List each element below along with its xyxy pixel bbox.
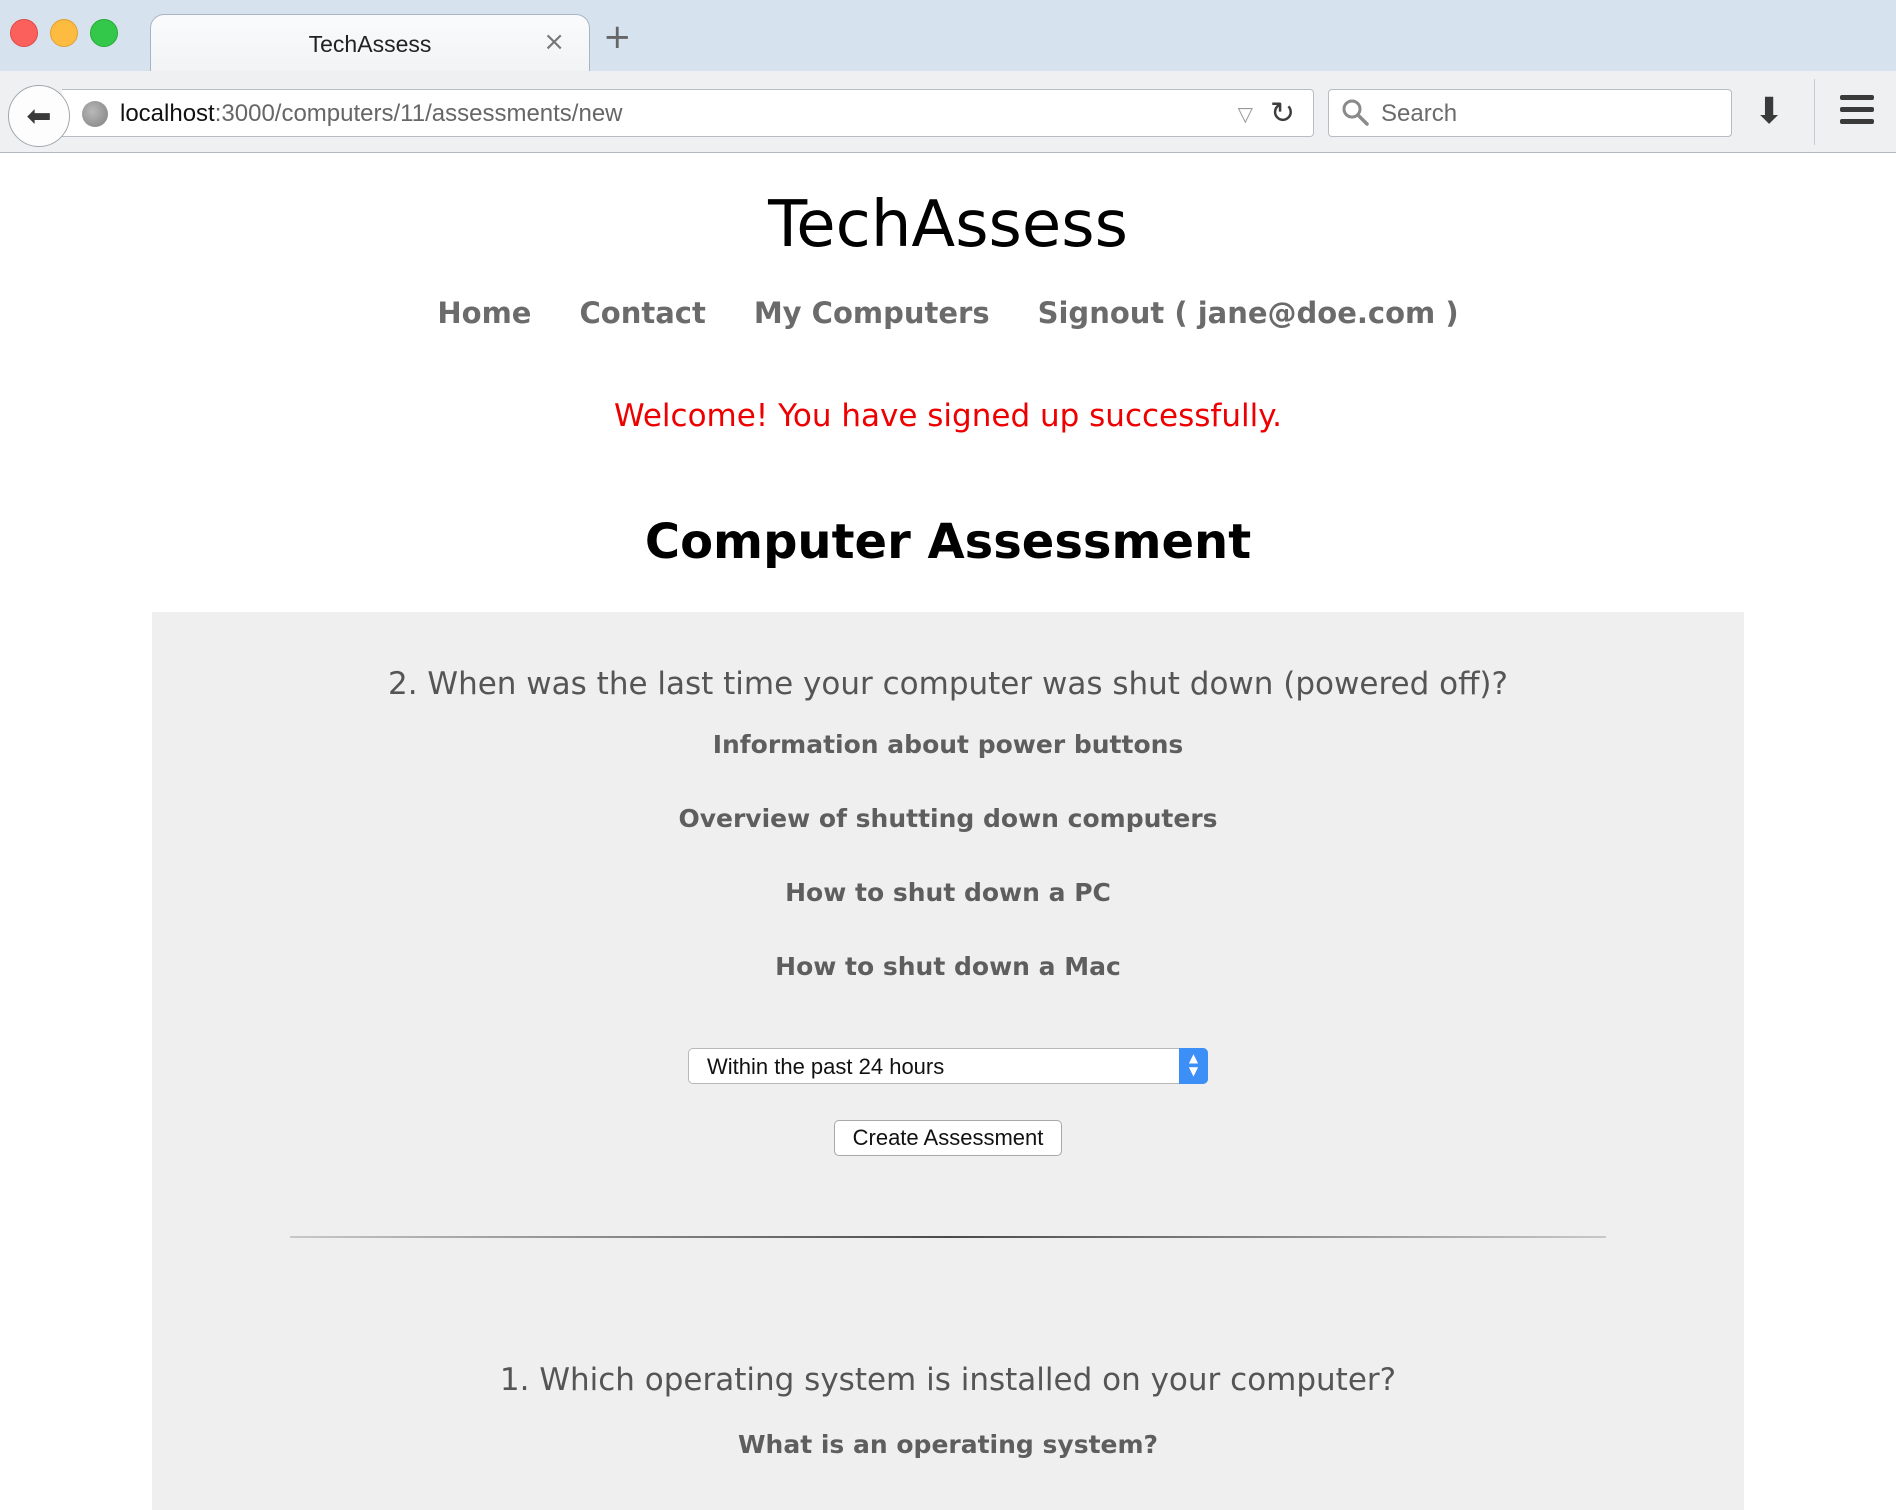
select-arrows-icon: ▲ ▼ bbox=[1179, 1048, 1208, 1084]
link-shut-down-pc[interactable]: How to shut down a PC bbox=[785, 878, 1111, 907]
section-divider bbox=[290, 1236, 1606, 1238]
select-value: Within the past 24 hours bbox=[707, 1054, 945, 1079]
browser-tab-bar: TechAssess × + bbox=[0, 0, 1896, 72]
page-content: TechAssess Home Contact My Computers Sig… bbox=[0, 154, 1896, 1510]
page-heading: Computer Assessment bbox=[644, 514, 1252, 570]
assessment-panel: 2. When was the last time your computer … bbox=[152, 612, 1744, 1510]
browser-toolbar: localhost:3000/computers/11/assessments/… bbox=[0, 71, 1896, 153]
reload-icon[interactable]: ↻ bbox=[1270, 96, 1295, 131]
nav-home-link[interactable]: Home bbox=[437, 296, 531, 330]
nav-contact-link[interactable]: Contact bbox=[579, 296, 705, 330]
create-assessment-button[interactable]: Create Assessment bbox=[834, 1120, 1062, 1156]
download-icon[interactable]: ⬇ bbox=[1754, 91, 1784, 132]
address-bar[interactable]: localhost:3000/computers/11/assessments/… bbox=[62, 89, 1314, 137]
toolbar-divider bbox=[1814, 79, 1815, 145]
tab-title: TechAssess bbox=[308, 31, 432, 57]
url-text[interactable]: localhost:3000/computers/11/assessments/… bbox=[120, 100, 623, 128]
nav-my-computers-link[interactable]: My Computers bbox=[754, 296, 990, 330]
close-window-button[interactable] bbox=[10, 19, 38, 47]
site-title: TechAssess bbox=[768, 188, 1128, 262]
back-button[interactable]: ⬅ bbox=[8, 85, 70, 147]
shutdown-answer-select[interactable]: Within the past 24 hours ▲ ▼ bbox=[688, 1048, 1208, 1084]
search-input[interactable]: Search bbox=[1328, 89, 1732, 137]
site-nav: Home Contact My Computers Signout ( jane… bbox=[0, 296, 1896, 330]
question-2-link: Overview of shutting down computers bbox=[152, 804, 1744, 833]
nav-signout-link[interactable]: Signout ( jane@doe.com ) bbox=[1038, 296, 1459, 330]
zoom-window-button[interactable] bbox=[90, 19, 118, 47]
url-host: localhost bbox=[120, 100, 215, 127]
link-shutting-down-overview[interactable]: Overview of shutting down computers bbox=[678, 804, 1217, 833]
search-placeholder: Search bbox=[1381, 100, 1458, 127]
question-2-title: 2. When was the last time your computer … bbox=[388, 666, 1508, 702]
search-icon bbox=[1342, 99, 1369, 126]
history-dropdown-icon[interactable]: ▽ bbox=[1238, 102, 1253, 126]
url-path: :3000/computers/11/assessments/new bbox=[214, 100, 623, 127]
minimize-window-button[interactable] bbox=[50, 19, 78, 47]
question-2-link: Information about power buttons bbox=[152, 730, 1744, 759]
question-1-link: What is an operating system? bbox=[152, 1430, 1744, 1459]
hamburger-menu-icon[interactable] bbox=[1840, 95, 1874, 131]
link-shut-down-mac[interactable]: How to shut down a Mac bbox=[775, 952, 1121, 981]
question-2-link: How to shut down a PC bbox=[152, 878, 1744, 907]
question-1-title: 1. Which operating system is installed o… bbox=[499, 1362, 1397, 1398]
new-tab-button[interactable]: + bbox=[603, 20, 632, 54]
back-arrow-icon: ⬅ bbox=[26, 98, 52, 134]
browser-tab-active[interactable]: TechAssess × bbox=[150, 14, 590, 72]
question-2-link: How to shut down a Mac bbox=[152, 952, 1744, 981]
link-what-is-os[interactable]: What is an operating system? bbox=[738, 1430, 1158, 1459]
close-tab-icon[interactable]: × bbox=[543, 27, 565, 57]
globe-icon bbox=[82, 101, 108, 127]
flash-message: Welcome! You have signed up successfully… bbox=[614, 398, 1282, 434]
link-power-buttons[interactable]: Information about power buttons bbox=[713, 730, 1184, 759]
